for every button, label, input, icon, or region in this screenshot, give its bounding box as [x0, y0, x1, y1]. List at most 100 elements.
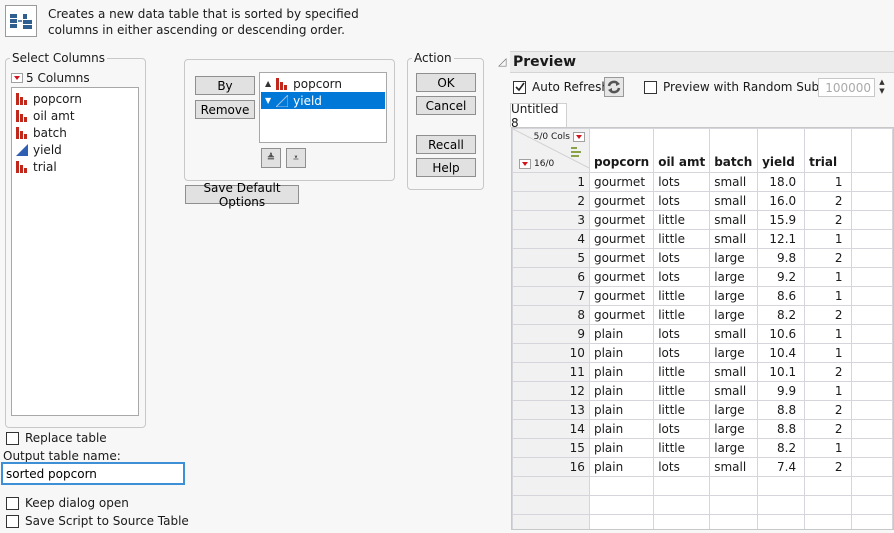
table-cell[interactable]: 1 [804, 343, 852, 363]
table-cell[interactable]: 8.2 [757, 438, 806, 458]
table-cell[interactable]: lots [653, 248, 711, 268]
table-cell[interactable]: plain [588, 362, 655, 382]
sort-by-list[interactable]: ▲ popcorn ▼ yield [259, 72, 387, 143]
sort-item-yield[interactable]: ▼ yield [261, 92, 385, 109]
row-number[interactable]: 4 [512, 229, 590, 249]
help-button[interactable]: Help [416, 158, 476, 177]
table-row[interactable]: 5 gourmet lots large 9.8 2 [512, 248, 893, 268]
random-subset-input[interactable] [818, 78, 875, 97]
ok-button[interactable]: OK [416, 73, 476, 92]
save-script-checkbox[interactable] [6, 514, 19, 528]
table-cell[interactable]: 8.2 [757, 305, 806, 325]
table-cell[interactable]: 16.0 [757, 191, 806, 211]
replace-table-option[interactable]: Replace table [6, 431, 107, 445]
column-item-oil-amt[interactable]: oil amt [12, 107, 138, 124]
row-number[interactable]: 11 [512, 362, 590, 382]
table-row[interactable]: 1 gourmet lots small 18.0 1 [512, 172, 893, 192]
random-subset-checkbox[interactable] [644, 80, 657, 94]
table-cell[interactable]: 2 [804, 419, 852, 439]
table-cell[interactable]: gourmet [588, 267, 655, 287]
table-cell[interactable]: gourmet [588, 229, 655, 249]
table-cell[interactable]: 2 [804, 210, 852, 230]
table-cell[interactable]: 2 [804, 191, 852, 211]
table-cell[interactable]: large [709, 438, 759, 458]
row-number[interactable]: 13 [512, 400, 590, 420]
random-subset-spinner[interactable]: ▲ ▼ [876, 78, 888, 97]
table-cell[interactable]: plain [588, 457, 655, 477]
row-number[interactable]: 1 [512, 172, 590, 192]
table-cell[interactable]: little [653, 438, 711, 458]
table-cell[interactable]: 1 [804, 324, 852, 344]
table-cell[interactable]: large [709, 305, 759, 325]
column-item-popcorn[interactable]: popcorn [12, 90, 138, 107]
table-cell[interactable]: plain [588, 438, 655, 458]
table-row[interactable]: 9 plain lots small 10.6 1 [512, 324, 893, 344]
keep-dialog-open-option[interactable]: Keep dialog open [6, 496, 129, 510]
recall-button[interactable]: Recall [416, 135, 476, 154]
row-number[interactable]: 9 [512, 324, 590, 344]
table-cell[interactable]: 8.6 [757, 286, 806, 306]
table-cell[interactable]: 9.8 [757, 248, 806, 268]
replace-table-checkbox[interactable] [6, 431, 19, 445]
table-row[interactable]: 14 plain lots large 8.8 2 [512, 419, 893, 439]
table-cell[interactable]: gourmet [588, 172, 655, 192]
table-cell[interactable]: little [653, 381, 711, 401]
data-grid[interactable]: 5/0 Cols 16/0 popcorn oil amt batch yiel… [512, 128, 893, 529]
table-cell[interactable]: small [709, 457, 759, 477]
table-cell[interactable]: 2 [804, 248, 852, 268]
columns-menu-icon[interactable] [11, 73, 23, 83]
auto-refresh-option[interactable]: Auto Refresh [513, 80, 609, 94]
table-row[interactable]: 11 plain little small 10.1 2 [512, 362, 893, 382]
keep-dialog-open-checkbox[interactable] [6, 496, 19, 510]
save-default-options-button[interactable]: Save Default Options [185, 181, 299, 209]
table-cell[interactable]: 1 [804, 438, 852, 458]
row-number[interactable]: 12 [512, 381, 590, 401]
row-number[interactable]: 6 [512, 267, 590, 287]
table-row[interactable]: 16 plain lots small 7.4 2 [512, 457, 893, 477]
table-cell[interactable]: 15.9 [757, 210, 806, 230]
random-subset-option[interactable]: Preview with Random Subset [644, 80, 837, 94]
table-cell[interactable]: 10.4 [757, 343, 806, 363]
remove-button[interactable]: Remove [195, 100, 255, 119]
table-cell[interactable]: plain [588, 324, 655, 344]
output-name-input[interactable] [1, 462, 185, 485]
table-cell[interactable]: small [709, 191, 759, 211]
table-cell[interactable]: lots [653, 324, 711, 344]
table-row[interactable]: 3 gourmet little small 15.9 2 [512, 210, 893, 230]
table-cell[interactable]: lots [653, 457, 711, 477]
table-cell[interactable]: large [709, 400, 759, 420]
table-cell[interactable]: little [653, 210, 711, 230]
table-cell[interactable]: 2 [804, 305, 852, 325]
preview-data-table[interactable]: 5/0 Cols 16/0 popcorn oil amt batch yiel… [511, 127, 894, 530]
table-cell[interactable]: 1 [804, 286, 852, 306]
by-button[interactable]: By [195, 76, 255, 95]
table-cell[interactable]: lots [653, 172, 711, 192]
table-cell[interactable]: 1 [804, 229, 852, 249]
row-number[interactable]: 5 [512, 248, 590, 268]
sort-item-popcorn[interactable]: ▲ popcorn [261, 75, 385, 92]
table-cell[interactable]: little [653, 305, 711, 325]
table-cell[interactable]: plain [588, 381, 655, 401]
auto-refresh-checkbox[interactable] [513, 80, 526, 94]
table-cell[interactable]: small [709, 324, 759, 344]
column-item-yield[interactable]: yield [12, 141, 138, 158]
table-cell[interactable]: small [709, 381, 759, 401]
table-cell[interactable]: 2 [804, 457, 852, 477]
table-row[interactable]: 6 gourmet lots large 9.2 1 [512, 267, 893, 287]
table-cell[interactable]: 1 [804, 381, 852, 401]
table-row[interactable]: 10 plain lots large 10.4 1 [512, 343, 893, 363]
column-header[interactable]: oil amt [653, 128, 711, 173]
table-cell[interactable]: 10.6 [757, 324, 806, 344]
table-cell[interactable]: little [653, 400, 711, 420]
table-cell[interactable]: plain [588, 419, 655, 439]
column-header[interactable]: popcorn [588, 128, 655, 173]
table-cell[interactable]: plain [588, 400, 655, 420]
table-cell[interactable]: 9.2 [757, 267, 806, 287]
collapse-preview-icon[interactable]: ◿ [498, 55, 506, 68]
table-row[interactable]: 8 gourmet little large 8.2 2 [512, 305, 893, 325]
row-number[interactable]: 8 [512, 305, 590, 325]
tab-untitled-8[interactable]: Untitled 8 [510, 102, 567, 130]
table-row[interactable]: 2 gourmet lots small 16.0 2 [512, 191, 893, 211]
rows-menu-icon[interactable] [519, 159, 531, 169]
table-cell[interactable]: gourmet [588, 248, 655, 268]
